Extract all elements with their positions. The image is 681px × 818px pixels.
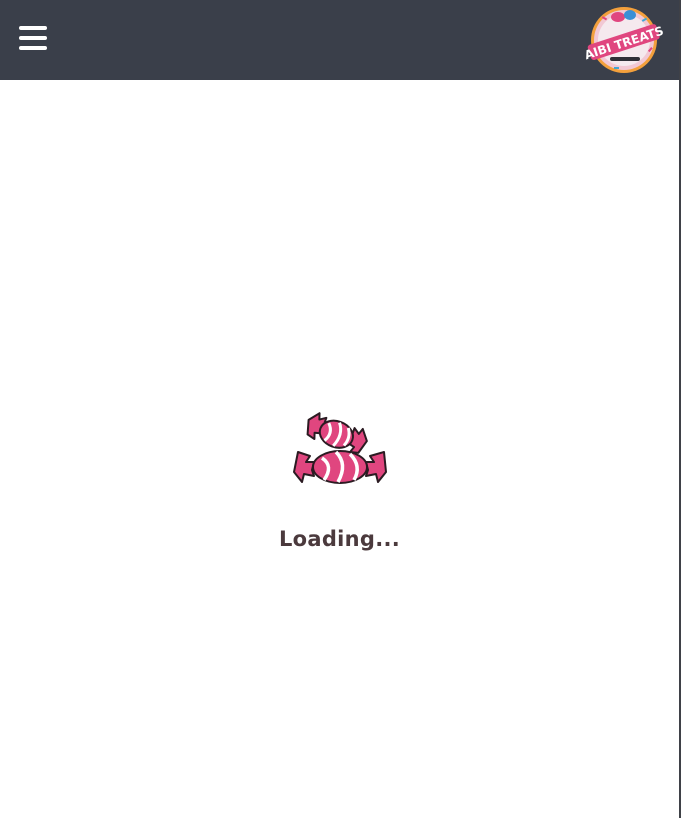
loading-text: Loading...: [278, 527, 401, 551]
hamburger-menu-icon[interactable]: [19, 25, 47, 51]
page: AIBI TREATS AIBI TREATS: [0, 0, 681, 818]
menu-bar-line: [19, 26, 47, 30]
candy-icon: [292, 412, 387, 484]
menu-bar-line: [19, 36, 47, 40]
menu-bar-line: [19, 46, 47, 50]
loading-indicator: Loading...: [0, 410, 679, 551]
brand-logo[interactable]: AIBI TREATS AIBI TREATS: [584, 5, 664, 75]
donut-logo-icon: AIBI TREATS: [584, 7, 664, 73]
top-bar: AIBI TREATS AIBI TREATS: [0, 0, 679, 80]
